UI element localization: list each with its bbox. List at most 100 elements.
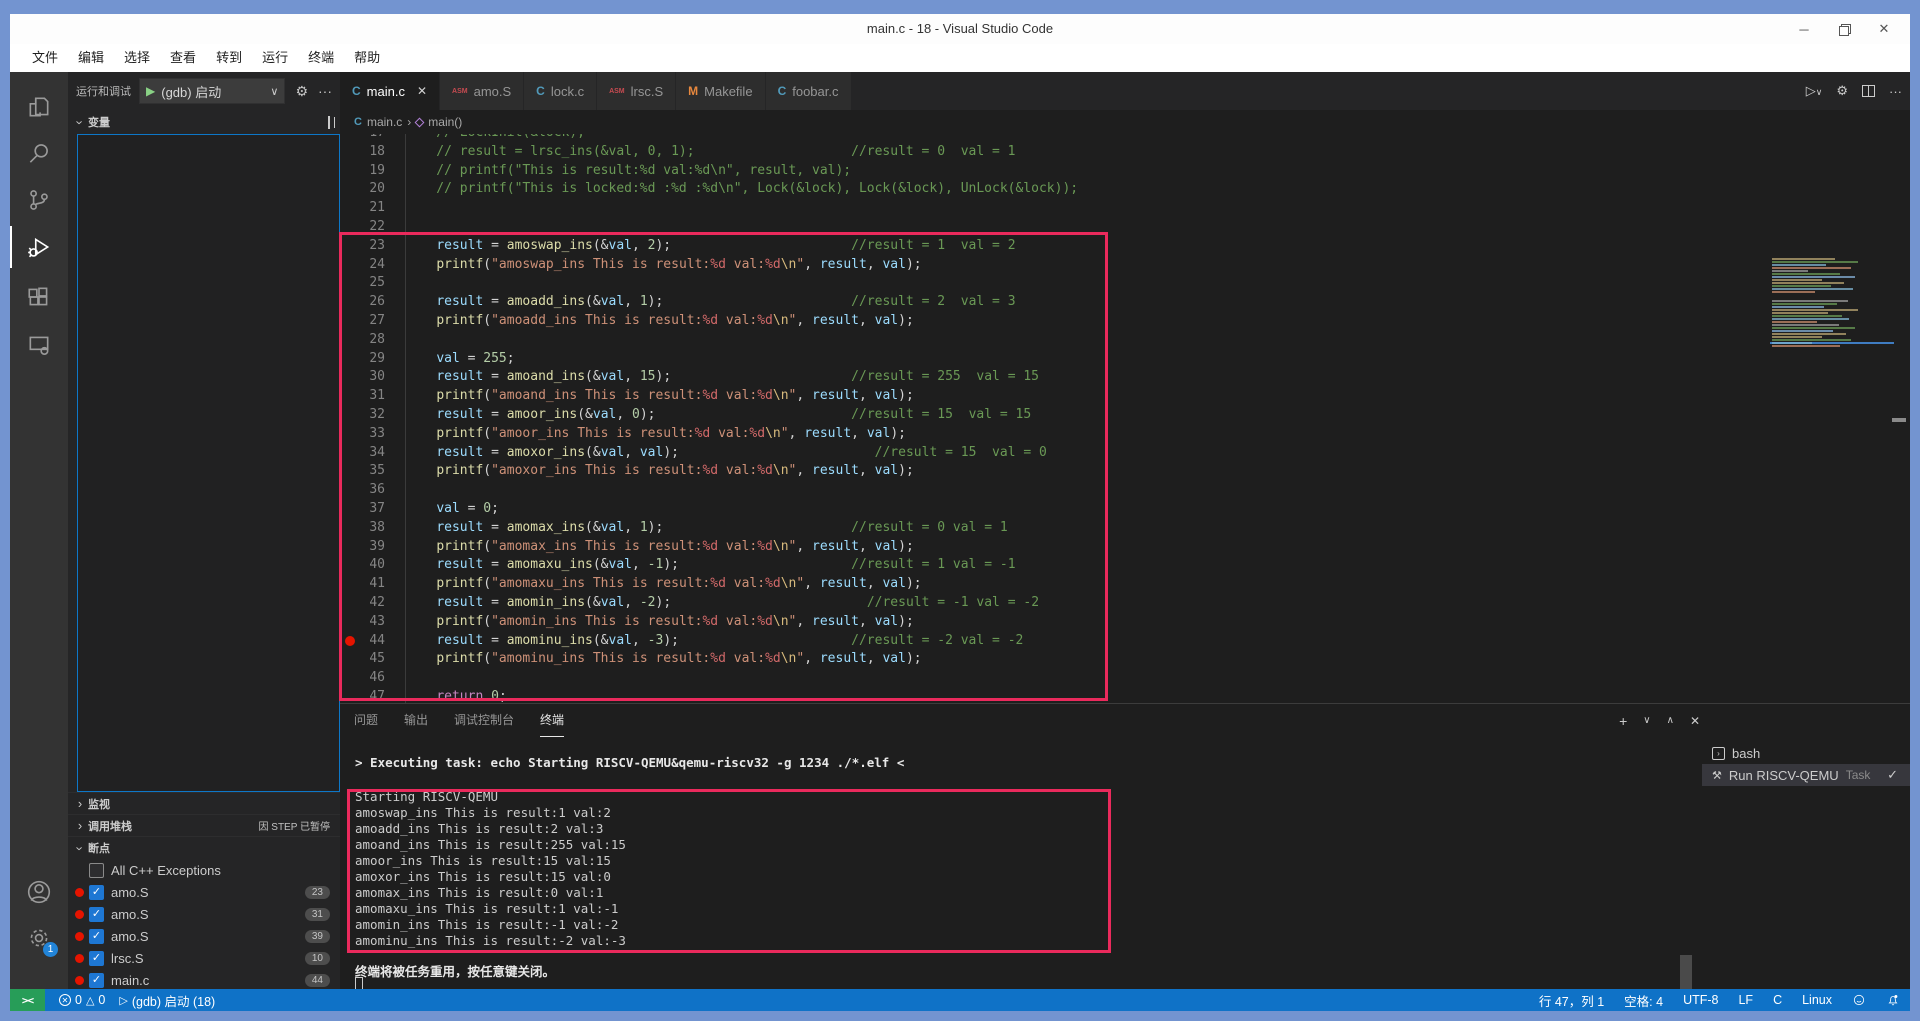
terminal-dropdown-icon[interactable]: ∨	[1643, 715, 1650, 726]
watch-section-header[interactable]: › 监视	[68, 792, 340, 814]
panel-tab-输出[interactable]: 输出	[404, 704, 428, 737]
more-actions-icon[interactable]: ···	[318, 83, 332, 99]
problems-status[interactable]: ✕ 0 △ 0	[59, 993, 105, 1007]
new-terminal-icon[interactable]: +	[1619, 713, 1627, 729]
breakpoint-line-badge: 10	[305, 952, 330, 965]
breakpoint-checkbox[interactable]: ✓	[89, 885, 104, 900]
breakpoint-checkbox[interactable]: ✓	[89, 929, 104, 944]
code-text: return 0;	[405, 688, 507, 703]
variables-section-header[interactable]: › 变量	[68, 110, 340, 134]
chevron-icon: ›	[73, 840, 88, 856]
source-control-icon[interactable]	[10, 177, 68, 223]
menu-item-文件[interactable]: 文件	[22, 44, 68, 72]
breakpoint-row[interactable]: ✓All C++ Exceptions	[68, 859, 340, 881]
line-number: 47	[340, 688, 385, 703]
split-editor-icon[interactable]	[1862, 85, 1875, 97]
menu-item-终端[interactable]: 终端	[298, 44, 344, 72]
menu-item-选择[interactable]: 选择	[114, 44, 160, 72]
account-icon[interactable]	[10, 869, 68, 915]
menu-item-转到[interactable]: 转到	[206, 44, 252, 72]
panel-tab-问题[interactable]: 问题	[354, 704, 378, 737]
gear-icon[interactable]: ⚙	[295, 83, 308, 100]
editor-actions: ▷∨ ⚙ ···	[1806, 72, 1902, 110]
breakpoint-row[interactable]: ✓main.c44	[68, 969, 340, 991]
explorer-icon[interactable]	[10, 84, 68, 130]
minimize-button[interactable]: ─	[1784, 14, 1824, 44]
start-debug-icon[interactable]: ▶	[146, 84, 155, 98]
breakpoint-dot[interactable]	[345, 636, 355, 646]
settings-gear-icon[interactable]: 1	[10, 915, 68, 961]
breakpoint-checkbox[interactable]: ✓	[89, 907, 104, 922]
code-line: 35 printf("amoxor_ins This is result:%d …	[340, 462, 1910, 481]
breadcrumb-file[interactable]: main.c	[367, 115, 402, 129]
launch-config-dropdown[interactable]: ▶ (gdb) 启动 ∨	[139, 78, 285, 104]
breakpoint-checkbox[interactable]: ✓	[89, 951, 104, 966]
breakpoints-section-header[interactable]: › 断点	[68, 836, 340, 859]
panel-tab-终端[interactable]: 终端	[540, 704, 564, 737]
code-line: 23 result = amoswap_ins(&val, 2); //resu…	[340, 237, 1910, 256]
breakpoint-checkbox[interactable]: ✓	[89, 973, 104, 988]
menu-item-查看[interactable]: 查看	[160, 44, 206, 72]
breakpoint-row[interactable]: ✓amo.S23	[68, 881, 340, 903]
line-number: 34	[340, 444, 385, 463]
terminal-scrollbar[interactable]	[1680, 955, 1692, 989]
minimap[interactable]	[1770, 254, 1894, 703]
close-panel-icon[interactable]: ✕	[1690, 714, 1700, 728]
breakpoint-checkbox[interactable]: ✓	[89, 863, 104, 878]
menu-item-运行[interactable]: 运行	[252, 44, 298, 72]
remote-explorer-icon[interactable]	[10, 322, 68, 368]
status-item[interactable]: Linux	[1802, 993, 1832, 1007]
status-item[interactable]: 行 47，列 1	[1539, 991, 1604, 1010]
menu-item-编辑[interactable]: 编辑	[68, 44, 114, 72]
file-icon: M	[688, 84, 698, 98]
line-number: 21	[340, 199, 385, 218]
status-item[interactable]: C	[1773, 993, 1782, 1007]
breakpoint-row[interactable]: ✓lrsc.S10	[68, 947, 340, 969]
line-number: 22	[340, 218, 385, 237]
search-icon[interactable]	[10, 130, 68, 176]
feedback-icon[interactable]	[1852, 993, 1866, 1007]
status-item[interactable]: 空格: 4	[1624, 991, 1663, 1010]
remote-indicator[interactable]: ><	[10, 989, 45, 1011]
terminal-line: amomax_ins This is result:0 val:1	[355, 885, 626, 901]
breadcrumb-symbol[interactable]: main()	[428, 115, 462, 129]
variables-panel[interactable]	[77, 134, 340, 792]
tab-main.c[interactable]: Cmain.c✕	[340, 72, 440, 110]
panel-tab-调试控制台[interactable]: 调试控制台	[454, 704, 514, 737]
breadcrumb[interactable]: C main.c › main()	[340, 110, 1910, 134]
tab-lock.c[interactable]: Clock.c	[524, 72, 597, 110]
code-text: printf("amomaxu_ins This is result:%d va…	[405, 575, 922, 594]
debug-status[interactable]: ▷ (gdb) 启动 (18)	[119, 991, 215, 1010]
terminal-line: amoswap_ins This is result:1 val:2	[355, 805, 626, 821]
tab-lrsc.S[interactable]: ASMlrsc.S	[597, 72, 676, 110]
breakpoint-row[interactable]: ✓amo.S39	[68, 925, 340, 947]
code-editor[interactable]: 17 // LockInit(&lock);18 // result = lrs…	[340, 134, 1910, 703]
close-icon[interactable]: ✕	[417, 84, 427, 98]
more-actions-icon[interactable]: ···	[1889, 84, 1902, 99]
split-panel-icon[interactable]	[328, 117, 336, 128]
terminal-list-item[interactable]: ⚒Run RISCV-QEMUTask✓	[1702, 764, 1910, 786]
restore-button[interactable]	[1824, 14, 1864, 44]
code-text: // printf("This is locked:%d :%d :%d\n",…	[405, 180, 1078, 199]
run-or-debug-icon[interactable]: ▷∨	[1806, 83, 1823, 99]
line-number: 26	[340, 293, 385, 312]
gear-icon[interactable]: ⚙	[1836, 83, 1848, 99]
maximize-panel-icon[interactable]: ∧	[1667, 715, 1674, 726]
code-line: 42 result = amomin_ins(&val, -2); //resu…	[340, 594, 1910, 613]
run-debug-icon[interactable]	[10, 224, 68, 270]
extensions-icon[interactable]	[10, 274, 68, 320]
tab-foobar.c[interactable]: Cfoobar.c	[766, 72, 852, 110]
terminal-list-item[interactable]: ›bash	[1702, 742, 1910, 764]
tab-amo.S[interactable]: ASMamo.S	[440, 72, 524, 110]
menu-item-帮助[interactable]: 帮助	[344, 44, 390, 72]
line-number: 27	[340, 312, 385, 331]
callstack-section-header[interactable]: › 调用堆栈 因 STEP 已暂停	[68, 814, 340, 836]
notifications-bell-icon[interactable]	[1886, 993, 1900, 1007]
code-text: // printf("This is result:%d val:%d\n", …	[405, 162, 851, 181]
breakpoint-row[interactable]: ✓amo.S31	[68, 903, 340, 925]
status-item[interactable]: LF	[1738, 993, 1753, 1007]
tab-Makefile[interactable]: MMakefile	[676, 72, 765, 110]
close-button[interactable]: ✕	[1864, 14, 1904, 44]
terminal-view[interactable]: > Executing task: echo Starting RISCV-QE…	[355, 742, 1690, 989]
status-item[interactable]: UTF-8	[1683, 993, 1718, 1007]
